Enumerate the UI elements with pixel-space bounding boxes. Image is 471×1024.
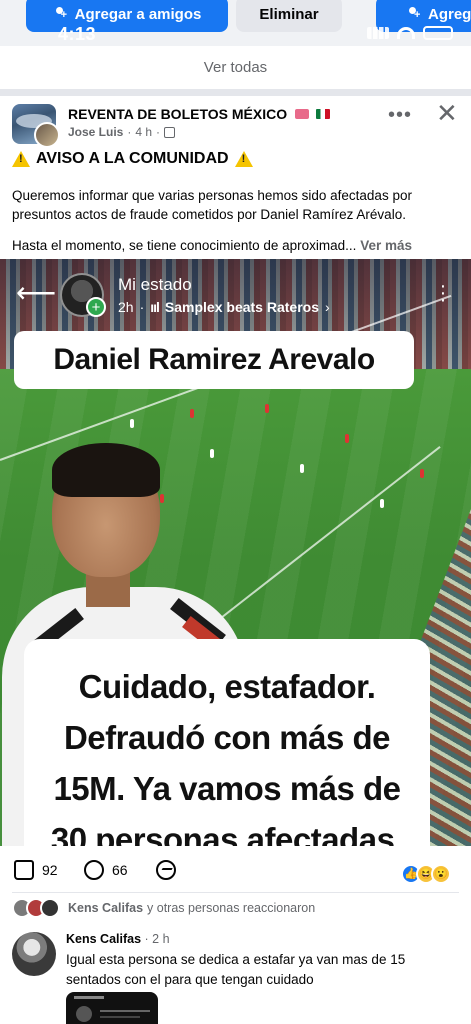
wow-reaction-icon: 😮 (431, 864, 451, 884)
player (345, 434, 349, 443)
meta-separator: · (156, 125, 161, 139)
remove-label: Eliminar (259, 5, 319, 23)
meta-separator: · (127, 125, 132, 139)
add-person-icon (53, 7, 67, 21)
share-button[interactable] (156, 860, 176, 880)
battery-icon (423, 26, 453, 40)
post-header: REVENTA DE BOLETOS MÉXICO Jose Luis · 4 … (0, 96, 471, 148)
add-friend-label-partial: Agreg (428, 5, 471, 23)
reactor-avatars (12, 898, 60, 918)
story-song: Samplex beats Rateros (164, 299, 319, 315)
post-image[interactable]: ⟵ + Mi estado 2h · ııl Samplex beats Rat… (0, 259, 471, 846)
player (380, 499, 384, 508)
author-avatar[interactable] (34, 122, 60, 148)
post-paragraph-2: Hasta el momento, se tiene conocimiento … (12, 236, 462, 255)
player (420, 469, 424, 478)
post-paragraph-2-text: Hasta el momento, se tiene conocimiento … (12, 238, 357, 253)
name-banner: Daniel Ramirez Arevalo (14, 331, 414, 389)
post-time[interactable]: 4 h (135, 125, 152, 139)
see-more-link[interactable]: Ver más (360, 238, 412, 253)
audience-icon (164, 126, 176, 138)
likes-count: 92 (42, 862, 58, 878)
post-title: AVISO A LA COMUNIDAD (12, 150, 253, 168)
add-person-icon (406, 7, 420, 21)
divider (12, 892, 459, 893)
story-more-icon: · · · (439, 275, 447, 311)
player (130, 419, 134, 428)
post-actions: 92 66 👍 😆 😮 (0, 856, 471, 886)
warning-line-3: 15M. Ya vamos más de (53, 770, 401, 807)
group-name[interactable]: REVENTA DE BOLETOS MÉXICO (68, 106, 330, 122)
post-body: Queremos informar que varias personas he… (12, 186, 462, 267)
status-time: 4:13 (58, 24, 97, 44)
thumbs-up-icon (14, 860, 34, 880)
remove-button[interactable]: Eliminar (236, 0, 342, 32)
messenger-icon (156, 860, 176, 880)
comment-icon (84, 860, 104, 880)
comment-time: 2 h (152, 932, 170, 946)
warning-line-4: 30 personas afectadas. (50, 821, 404, 846)
reaction-summary[interactable]: 👍 😆 😮 (401, 864, 451, 884)
author-line: Jose Luis · 4 h · (68, 125, 176, 139)
player (190, 409, 194, 418)
avatar (40, 898, 60, 918)
like-button[interactable]: 92 (14, 860, 58, 880)
reacted-line[interactable]: Kens Califas y otras personas reaccionar… (12, 896, 315, 920)
music-bars-icon: ııl (150, 299, 160, 315)
status-icons (367, 26, 453, 40)
signal-icon (367, 27, 389, 39)
hair (52, 443, 160, 497)
meta-separator: · (144, 932, 153, 946)
close-icon[interactable]: ✕ (436, 100, 458, 126)
comments-count: 66 (112, 862, 128, 878)
warning-line-2: Defraudó con más de (63, 719, 391, 756)
warning-icon (234, 151, 253, 167)
commenter-avatar[interactable] (12, 932, 56, 976)
see-all-label: Ver todas (203, 59, 268, 76)
player (265, 404, 269, 413)
comment-button[interactable]: 66 (84, 860, 128, 880)
wifi-icon (397, 27, 415, 39)
warning-icon (12, 151, 30, 167)
reactor-name[interactable]: Kens Califas (68, 901, 143, 915)
warning-line-1: Cuidado, estafador. (78, 668, 376, 705)
comment-text: Igual esta persona se dedica a estafar y… (66, 952, 406, 987)
author-name[interactable]: Jose Luis (68, 125, 123, 139)
more-options-icon[interactable]: ••• (388, 104, 412, 127)
friend-suggestion-strip: Agregar a amigos Eliminar Agreg 4:13 (0, 0, 471, 46)
add-story-icon: + (86, 297, 106, 317)
see-all-link[interactable]: Ver todas (0, 46, 471, 90)
chevron-right-icon: › (325, 299, 330, 315)
story-age: 2h (118, 299, 134, 315)
add-friend-label: Agregar a amigos (74, 5, 202, 23)
warning-box: Cuidado, estafador. Defraudó con más de … (24, 639, 430, 846)
group-name-text: REVENTA DE BOLETOS MÉXICO (68, 106, 288, 122)
story-meta: 2h · ııl Samplex beats Rateros › (118, 299, 330, 315)
mexico-flag-icon (315, 109, 330, 119)
comment-header: Kens Califas · 2 h (66, 932, 170, 946)
story-title: Mi estado (118, 275, 192, 294)
commenter-name[interactable]: Kens Califas (66, 932, 141, 946)
player (300, 464, 304, 473)
comment-attachment[interactable] (66, 992, 158, 1024)
ticket-icon (295, 109, 309, 119)
back-arrow-icon[interactable]: ⟵ (16, 279, 56, 307)
post-paragraph-1: Queremos informar que varias personas he… (12, 188, 412, 222)
meta-separator: · (139, 299, 145, 315)
add-friend-button[interactable]: Agregar a amigos (26, 0, 228, 32)
post-title-text: AVISO A LA COMUNIDAD (36, 150, 229, 167)
reactors-rest: y otras personas reaccionaron (147, 901, 316, 915)
